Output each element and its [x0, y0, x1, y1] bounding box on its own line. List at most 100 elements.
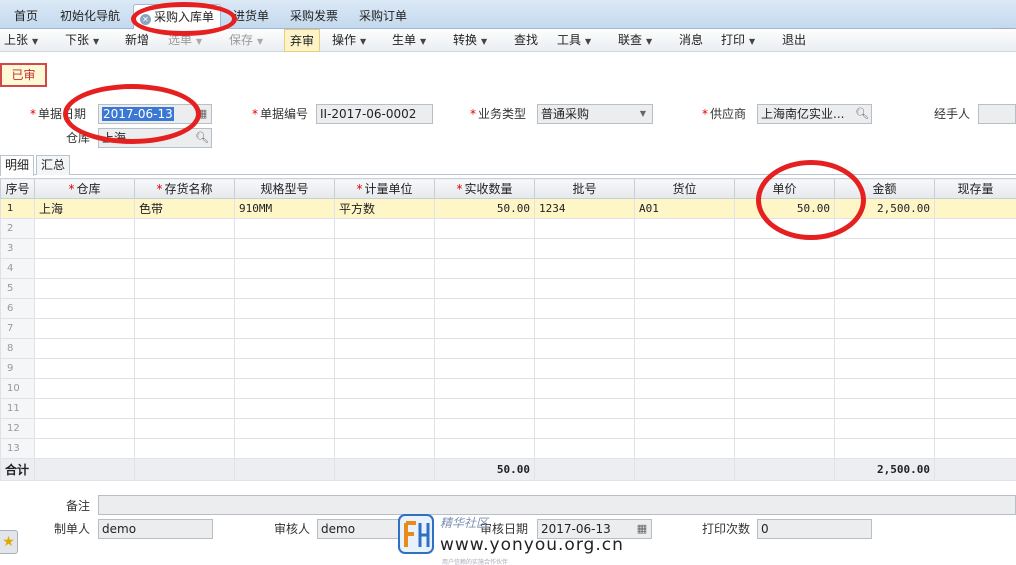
col-spec[interactable]: 规格型号: [234, 178, 335, 199]
cell-warehouse[interactable]: [34, 218, 135, 239]
col-amount[interactable]: 金额: [834, 178, 935, 199]
search-icon[interactable]: 🔍︎: [855, 107, 869, 121]
cell-location[interactable]: A01: [634, 198, 735, 219]
cell-batch[interactable]: [534, 258, 635, 279]
cell-qty[interactable]: [434, 278, 535, 299]
cell-price[interactable]: [734, 418, 835, 439]
tab-purchase-receipt[interactable]: ✕ 采购入库单: [133, 4, 222, 29]
cell-item[interactable]: [134, 238, 235, 259]
operate-button[interactable]: 操作 ▼: [332, 29, 366, 52]
cell-item[interactable]: [134, 318, 235, 339]
cell-qty[interactable]: [434, 298, 535, 319]
cell-spec[interactable]: [234, 418, 335, 439]
col-seq[interactable]: 序号: [0, 178, 35, 199]
cell-warehouse[interactable]: [34, 438, 135, 459]
cell-item[interactable]: 色带: [134, 198, 235, 219]
linked-query-button[interactable]: 联查 ▼: [618, 29, 652, 52]
cell-warehouse[interactable]: [34, 378, 135, 399]
cell-spec[interactable]: [234, 278, 335, 299]
cell-price[interactable]: [734, 398, 835, 419]
cell-item[interactable]: [134, 278, 235, 299]
cell-item[interactable]: [134, 418, 235, 439]
cell-warehouse[interactable]: [34, 298, 135, 319]
cell-amount[interactable]: [834, 258, 935, 279]
unaudit-button[interactable]: 弃审: [284, 29, 321, 52]
cell-qty[interactable]: [434, 378, 535, 399]
cell-warehouse[interactable]: [34, 258, 135, 279]
cell-stock[interactable]: [934, 338, 1016, 359]
cell-amount[interactable]: [834, 218, 935, 239]
auditor-field[interactable]: demo: [317, 519, 399, 539]
creator-field[interactable]: demo: [98, 519, 213, 539]
cell-price[interactable]: [734, 378, 835, 399]
cell-spec[interactable]: [234, 218, 335, 239]
tab-home[interactable]: 首页: [6, 4, 46, 29]
cell-unit[interactable]: [334, 218, 435, 239]
find-button[interactable]: 查找: [514, 29, 538, 52]
table-row[interactable]: 13: [0, 438, 1016, 459]
cell-location[interactable]: [634, 218, 735, 239]
close-tab-icon[interactable]: ✕: [140, 14, 151, 25]
cell-stock[interactable]: [934, 298, 1016, 319]
col-location[interactable]: 货位: [634, 178, 735, 199]
col-price[interactable]: 单价: [734, 178, 835, 199]
cell-warehouse[interactable]: [34, 238, 135, 259]
table-row[interactable]: 3: [0, 238, 1016, 259]
cell-amount[interactable]: [834, 278, 935, 299]
select-doc-button[interactable]: 选单 ▼: [168, 29, 202, 52]
cell-spec[interactable]: [234, 398, 335, 419]
star-icon[interactable]: ★: [0, 530, 18, 554]
cell-price[interactable]: 50.00: [734, 198, 835, 219]
table-row[interactable]: 4: [0, 258, 1016, 279]
cell-stock[interactable]: [934, 438, 1016, 459]
tab-summary[interactable]: 汇总: [36, 155, 71, 175]
cell-amount[interactable]: [834, 438, 935, 459]
cell-amount[interactable]: [834, 298, 935, 319]
cell-stock[interactable]: [934, 418, 1016, 439]
cell-qty[interactable]: 50.00: [434, 198, 535, 219]
table-row[interactable]: 7: [0, 318, 1016, 339]
cell-amount[interactable]: [834, 358, 935, 379]
cell-batch[interactable]: [534, 438, 635, 459]
cell-location[interactable]: [634, 438, 735, 459]
cell-stock[interactable]: [934, 358, 1016, 379]
cell-batch[interactable]: [534, 338, 635, 359]
cell-price[interactable]: [734, 278, 835, 299]
cell-location[interactable]: [634, 238, 735, 259]
cell-item[interactable]: [134, 258, 235, 279]
col-warehouse[interactable]: * 仓库: [34, 178, 135, 199]
cell-item[interactable]: [134, 338, 235, 359]
col-batch[interactable]: 批号: [534, 178, 635, 199]
table-row[interactable]: 2: [0, 218, 1016, 239]
cell-batch[interactable]: 1234: [534, 198, 635, 219]
tab-detail[interactable]: 明细: [0, 155, 35, 176]
cell-amount[interactable]: [834, 318, 935, 339]
cell-location[interactable]: [634, 258, 735, 279]
table-row[interactable]: 1 上海 色带 910MM 平方数 50.00 1234 A01 50.00 2,500.00: [0, 198, 1016, 219]
table-row[interactable]: 6: [0, 298, 1016, 319]
cell-warehouse[interactable]: [34, 358, 135, 379]
cell-unit[interactable]: [334, 318, 435, 339]
cell-amount[interactable]: [834, 398, 935, 419]
search-icon[interactable]: 🔍︎: [195, 131, 209, 145]
col-unit[interactable]: * 计量单位: [334, 178, 435, 199]
cell-location[interactable]: [634, 418, 735, 439]
exit-button[interactable]: 退出: [782, 29, 806, 52]
generate-button[interactable]: 生单 ▼: [392, 29, 426, 52]
print-count-field[interactable]: 0: [757, 519, 872, 539]
calendar-icon[interactable]: ▦: [635, 522, 649, 536]
cell-warehouse[interactable]: [34, 338, 135, 359]
new-button[interactable]: 新增: [125, 29, 149, 52]
col-qty[interactable]: * 实收数量: [434, 178, 535, 199]
table-row[interactable]: 5: [0, 278, 1016, 299]
table-row[interactable]: 12: [0, 418, 1016, 439]
cell-stock[interactable]: [934, 258, 1016, 279]
cell-item[interactable]: [134, 398, 235, 419]
save-button[interactable]: 保存 ▼: [229, 29, 263, 52]
cell-stock[interactable]: [934, 198, 1016, 219]
cell-warehouse[interactable]: [34, 398, 135, 419]
cell-unit[interactable]: [334, 378, 435, 399]
cell-unit[interactable]: [334, 258, 435, 279]
table-row[interactable]: 8: [0, 338, 1016, 359]
chevron-down-icon[interactable]: ▼: [636, 107, 650, 121]
